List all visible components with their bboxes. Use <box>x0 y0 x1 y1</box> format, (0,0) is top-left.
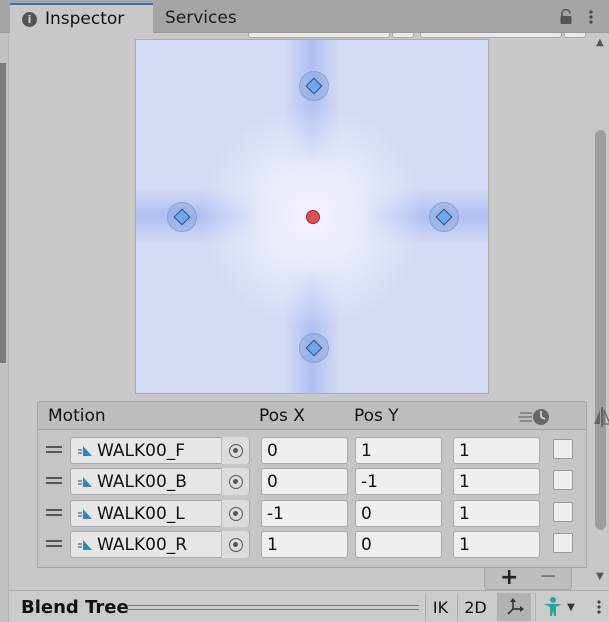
axis-gizmo-icon <box>506 598 524 615</box>
mirror-checkbox[interactable] <box>553 439 573 459</box>
motion-clip-name: WALK00_R <box>97 534 188 555</box>
scroll-down-arrow-icon[interactable]: ▼ <box>596 571 604 582</box>
clipped-field <box>248 33 390 38</box>
animation-clip-icon <box>78 445 92 456</box>
add-motion-button[interactable]: + <box>500 565 518 590</box>
drag-handle-icon[interactable] <box>46 540 62 547</box>
remove-motion-button[interactable]: − <box>539 564 557 589</box>
mirror-icon <box>594 407 609 427</box>
mirror-checkbox[interactable] <box>553 470 573 490</box>
ik-button[interactable]: IK <box>425 593 455 621</box>
diamond-icon <box>435 208 453 226</box>
tab-inspector-label: Inspector <box>45 9 125 29</box>
mode-2d-label: 2D <box>464 597 487 617</box>
pos-x-field[interactable]: 1 <box>261 531 348 558</box>
pos-y-field[interactable]: 1 <box>355 437 442 464</box>
object-picker-icon <box>228 443 243 458</box>
diamond-icon <box>305 77 323 95</box>
toolbar-kebab-menu-icon[interactable] <box>589 593 609 621</box>
motion-node-left[interactable] <box>167 202 197 232</box>
tab-services[interactable]: Services <box>165 3 237 33</box>
avatar-preview-dropdown[interactable]: ▼ <box>535 593 581 621</box>
axis-gizmo-button[interactable] <box>497 593 531 621</box>
blend-tree-title: Blend Tree <box>21 597 129 618</box>
blend-space-canvas[interactable] <box>135 39 489 394</box>
kebab-menu-icon[interactable] <box>588 9 594 25</box>
resize-handle[interactable] <box>127 605 419 610</box>
list-item: WALK00_F 0 1 1 <box>38 435 588 465</box>
pos-x-field[interactable]: 0 <box>261 437 348 464</box>
motion-node-right[interactable] <box>429 202 459 232</box>
pos-x-field[interactable]: -1 <box>261 500 348 527</box>
object-picker-icon <box>228 474 243 489</box>
object-picker-button[interactable] <box>221 437 249 464</box>
tab-services-label: Services <box>165 8 237 28</box>
speed-icon <box>518 409 549 425</box>
tab-bar: i Inspector Services <box>0 0 609 33</box>
object-picker-icon <box>228 537 243 552</box>
motion-clip-name: WALK00_L <box>97 503 185 524</box>
header-pos-x: Pos X <box>259 406 305 426</box>
avatar-icon <box>544 597 563 616</box>
drag-handle-icon[interactable] <box>46 509 62 516</box>
clipped-field <box>392 33 414 38</box>
mirror-checkbox[interactable] <box>553 502 573 522</box>
object-picker-button[interactable] <box>221 468 249 495</box>
motion-clip-name: WALK00_F <box>97 440 186 461</box>
header-pos-y: Pos Y <box>354 406 399 426</box>
animation-clip-icon <box>78 539 92 550</box>
object-picker-icon <box>228 506 243 521</box>
motion-node-forward[interactable] <box>299 71 329 101</box>
mode-2d-button[interactable]: 2D <box>457 593 493 621</box>
info-icon: i <box>22 11 37 27</box>
left-panel-edge <box>0 33 9 622</box>
object-picker-button[interactable] <box>221 500 249 527</box>
drag-handle-icon[interactable] <box>46 477 62 484</box>
pos-y-field[interactable]: 0 <box>355 531 442 558</box>
drag-handle-icon[interactable] <box>46 446 62 453</box>
list-item: WALK00_L -1 0 1 <box>38 498 588 528</box>
motion-clip-name: WALK00_B <box>97 471 187 492</box>
ik-label: IK <box>432 597 449 617</box>
list-item: WALK00_B 0 -1 1 <box>38 466 588 496</box>
blend-tree-toolbar: Blend Tree IK 2D ▼ <box>9 590 609 622</box>
vertical-scrollbar[interactable]: ▲ ▼ <box>593 33 609 589</box>
scroll-thumb[interactable] <box>595 130 606 530</box>
pos-y-field[interactable]: -1 <box>355 468 442 495</box>
list-add-remove-footer: + − <box>484 564 572 590</box>
speed-field[interactable]: 1 <box>453 468 540 495</box>
tab-inspector[interactable]: i Inspector <box>10 3 153 33</box>
mirror-checkbox[interactable] <box>553 533 573 553</box>
diamond-icon <box>173 208 191 226</box>
speed-field[interactable]: 1 <box>453 437 540 464</box>
motion-list: WALK00_F 0 1 1 WALK00_B 0 -1 1 WALK00_L … <box>37 430 587 568</box>
motion-node-back[interactable] <box>299 333 329 363</box>
lock-icon[interactable] <box>559 9 573 25</box>
animation-clip-icon <box>78 476 92 487</box>
list-item: WALK00_R 1 0 1 <box>38 529 588 559</box>
scroll-up-arrow-icon[interactable]: ▲ <box>596 37 604 48</box>
pos-y-field[interactable]: 0 <box>355 500 442 527</box>
animation-clip-icon <box>78 508 92 519</box>
chevron-down-icon: ▼ <box>567 601 575 613</box>
pos-x-field[interactable]: 0 <box>261 468 348 495</box>
parameter-position-dot[interactable] <box>306 210 320 224</box>
speed-field[interactable]: 1 <box>453 500 540 527</box>
header-motion: Motion <box>48 406 106 426</box>
clipped-field <box>564 33 586 38</box>
clipped-field <box>420 33 562 38</box>
diamond-icon <box>305 339 323 357</box>
motion-list-header: Motion Pos X Pos Y <box>37 401 609 430</box>
speed-field[interactable]: 1 <box>453 531 540 558</box>
object-picker-button[interactable] <box>221 531 249 558</box>
